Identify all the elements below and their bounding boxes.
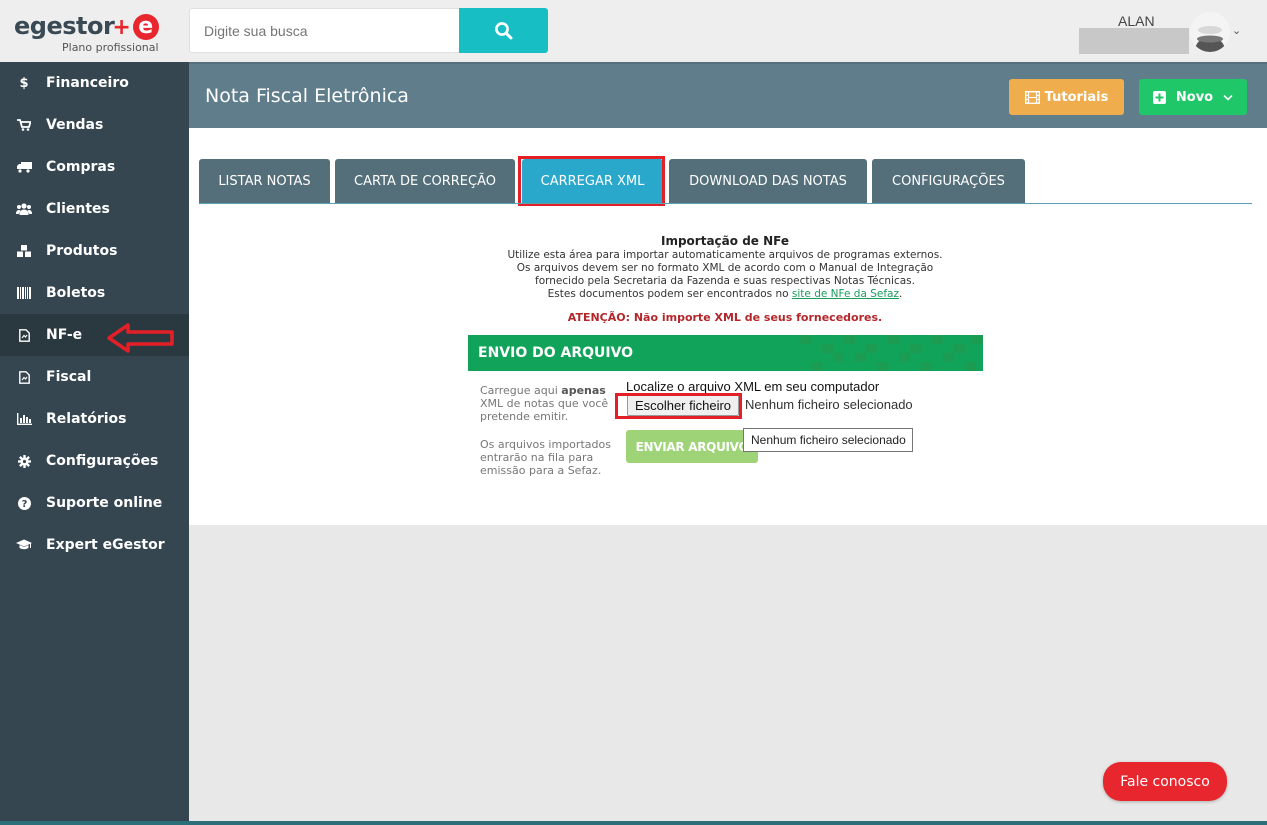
user-info-redacted [1079,28,1189,54]
attention-warning: ATENÇÃO: Não importe XML de seus fornece… [567,311,883,324]
bar-chart-icon [0,413,46,425]
tab-divider [199,203,1252,204]
avatar-icon [1190,12,1230,52]
users-icon [0,203,46,215]
graduation-cap-icon [0,539,46,551]
sidebar-item-label: Fiscal [46,369,92,385]
import-line-suffix: . [898,288,903,300]
search-box [189,8,460,53]
tab-label: LISTAR NOTAS [218,173,311,189]
sidebar-item-financeiro[interactable]: $ Financeiro [0,62,189,104]
sidebar-item-produtos[interactable]: Produtos [0,230,189,272]
sidebar-item-clientes[interactable]: Clientes [0,188,189,230]
dollar-icon: $ [19,75,29,91]
brand-e-icon: e [132,14,159,40]
search-button[interactable] [459,8,548,53]
content-panel: LISTAR NOTAS CARTA DE CORREÇÃO CARREGAR … [189,128,1267,525]
gear-icon [0,454,46,468]
chevron-down-icon [1223,94,1233,101]
sidebar-item-label: Produtos [46,243,118,259]
page-title: Nota Fiscal Eletrônica [205,85,409,107]
no-file-selected-text: Nenhum ficheiro selecionado [745,397,913,412]
upload-section-header: ENVIO DO ARQUIVO [468,335,983,371]
brand-plus-icon: + [112,15,131,40]
user-name[interactable]: ALAN [1118,13,1155,29]
document-icon [0,328,46,342]
tab-download-das-notas[interactable]: DOWNLOAD DAS NOTAS [669,159,867,203]
sefaz-link[interactable]: site de NFe da Sefaz [792,288,899,300]
cart-icon [0,119,46,131]
tab-label: DOWNLOAD DAS NOTAS [689,173,847,189]
sidebar-item-boletos[interactable]: Boletos [0,272,189,314]
bottom-border [0,821,1267,825]
tutoriais-label: Tutoriais [1044,89,1109,105]
svg-text:?: ? [21,499,27,510]
sidebar-item-label: Vendas [46,117,104,133]
brand-name: egestor [14,12,115,40]
locate-file-label: Localize o arquivo XML em seu computador [626,379,880,394]
upload-queue-text: Os arquivos importados entrarão na fila … [480,438,611,477]
import-line: Utilize esta área para importar automati… [507,249,943,261]
sidebar-item-label: Boletos [46,285,106,301]
brand-logo[interactable]: egestor+ e Plano profissional [14,12,164,56]
novo-button[interactable]: Novo [1139,79,1247,115]
document-icon [0,370,46,384]
sidebar-item-vendas[interactable]: Vendas [0,104,189,146]
sidebar-item-configuracoes[interactable]: Configurações [0,440,189,482]
search-input[interactable] [190,9,460,52]
sidebar-item-suporte-online[interactable]: ? Suporte online [0,482,189,524]
sidebar-item-expert-egestor[interactable]: Expert eGestor [0,524,189,566]
sidebar-item-label: Relatórios [46,411,127,427]
send-file-button[interactable]: ENVIAR ARQUIVO [626,430,758,463]
sidebar-item-label: Expert eGestor [46,537,165,553]
tab-label: CONFIGURAÇÕES [892,173,1005,189]
upload-section-title: ENVIO DO ARQUIVO [478,345,634,361]
tab-listar-notas[interactable]: LISTAR NOTAS [199,159,330,203]
page-header: Nota Fiscal Eletrônica Tutoriais Novo [189,62,1267,128]
sidebar-item-fiscal[interactable]: Fiscal [0,356,189,398]
help-bold: apenas [561,384,606,397]
import-line-prefix: Estes documentos podem ser encontrados n… [547,288,792,300]
sidebar-item-label: Configurações [46,453,159,469]
sidebar: $ Financeiro Vendas Compras Clientes Pro… [0,62,189,825]
help-suffix: XML de notas que você pretende emitir. [480,397,609,423]
cubes-icon [0,244,46,258]
sidebar-item-label: Clientes [46,201,110,217]
upload-help-text: Carregue aqui apenas XML de notas que vo… [480,384,615,423]
tutoriais-button[interactable]: Tutoriais [1009,79,1124,115]
sidebar-item-compras[interactable]: Compras [0,146,189,188]
help-prefix: Carregue aqui [480,384,562,397]
tab-carta-de-correcao[interactable]: CARTA DE CORREÇÃO [335,159,515,203]
contact-chat-button[interactable]: Fale conosco [1103,762,1227,801]
choose-file-highlight-annotation [615,393,742,419]
plan-label: Plano profissional [62,41,159,54]
file-input-tooltip: Nenhum ficheiro selecionado [743,428,913,452]
sidebar-item-relatorios[interactable]: Relatórios [0,398,189,440]
import-description: Utilize esta área para importar automati… [189,249,1261,301]
red-arrow-annotation-icon [107,323,174,353]
plus-square-icon [1152,90,1166,104]
truck-icon [0,161,46,173]
sidebar-item-label: Suporte online [46,495,163,511]
import-line: Os arquivos devem ser no formato XML de … [516,262,934,274]
top-bar: egestor+e Plano profissional ALAN ⌄ [0,0,1267,62]
user-avatar[interactable] [1190,12,1230,52]
tab-label: CARTA DE CORREÇÃO [354,173,496,189]
tab-highlight-annotation [518,156,665,206]
sidebar-item-label: NF-e [46,327,83,343]
tab-configuracoes[interactable]: CONFIGURAÇÕES [872,159,1025,203]
import-line: fornecido pela Secretaria da Fazenda e s… [535,275,915,287]
sidebar-item-label: Financeiro [46,75,129,91]
user-menu-chevron-icon[interactable]: ⌄ [1232,24,1241,37]
sidebar-item-label: Compras [46,159,116,175]
import-line: Estes documentos podem ser encontrados n… [189,288,1261,301]
question-icon: ? [0,496,46,510]
import-title: Importação de NFe [661,234,789,248]
search-icon [494,21,512,39]
barcode-icon [0,287,46,299]
film-icon [1024,90,1040,104]
novo-label: Novo [1175,89,1214,105]
